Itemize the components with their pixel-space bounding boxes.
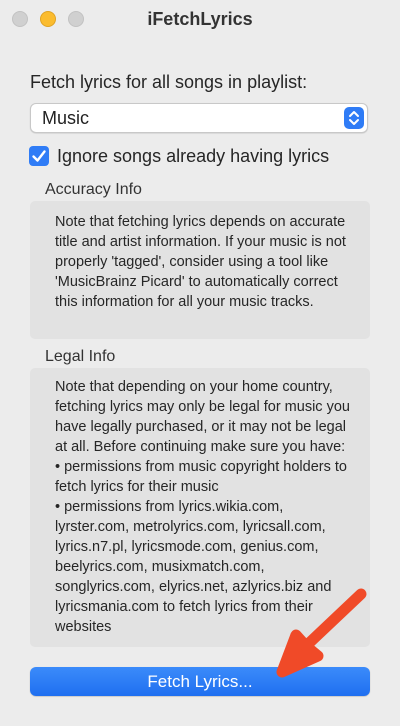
legal-info-paragraph: Note that depending on your home country… — [55, 379, 350, 455]
legal-info-bullet: • permissions from music copyright holde… — [55, 459, 347, 495]
accuracy-info-title: Accuracy Info — [45, 181, 142, 198]
app-window: iFetchLyrics Fetch lyrics for all songs … — [0, 0, 400, 726]
accuracy-info-box: Note that fetching lyrics depends on acc… — [30, 201, 370, 339]
main-content: Fetch lyrics for all songs in playlist: … — [0, 40, 400, 726]
ignore-existing-checkbox[interactable] — [29, 146, 49, 166]
playlist-select-value: Music — [42, 108, 90, 128]
ignore-existing-label: Ignore songs already having lyrics — [57, 146, 330, 166]
window-title: iFetchLyrics — [147, 9, 253, 29]
accuracy-info-text: Note that fetching lyrics depends on acc… — [55, 214, 346, 310]
legal-info-box: Note that depending on your home country… — [30, 368, 370, 647]
playlist-prompt: Fetch lyrics for all songs in playlist: — [30, 72, 308, 92]
title-bar: iFetchLyrics — [0, 0, 400, 40]
playlist-select[interactable]: Music — [30, 103, 368, 133]
legal-info-bullet: • permissions from lyrics.wikia.com, lyr… — [55, 499, 332, 635]
fetch-lyrics-button[interactable]: Fetch Lyrics... — [30, 667, 370, 696]
chevron-up-down-icon[interactable] — [344, 107, 364, 129]
legal-info-text: Note that depending on your home country… — [55, 377, 354, 637]
legal-info-title: Legal Info — [45, 348, 116, 365]
